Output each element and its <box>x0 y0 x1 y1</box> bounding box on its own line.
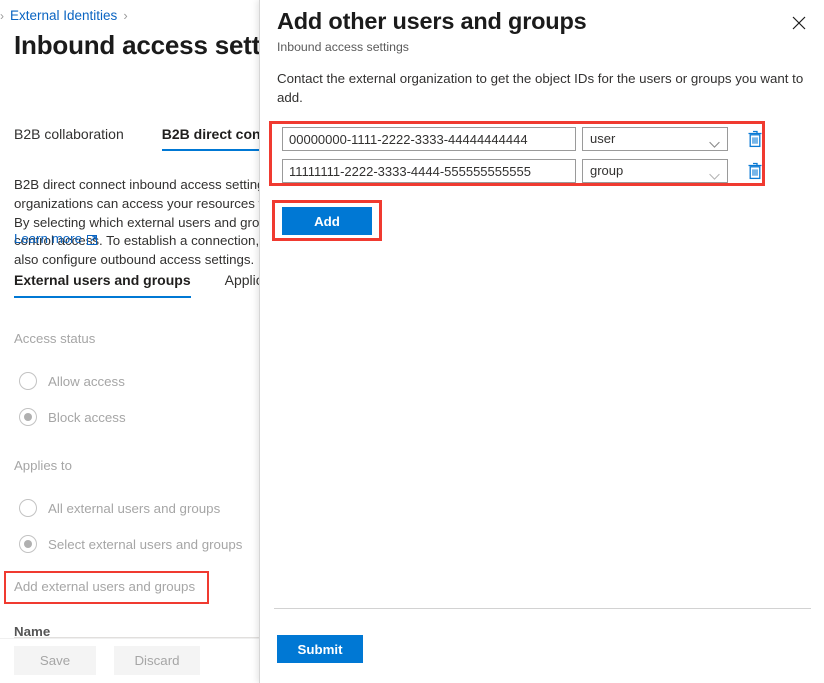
radio-select-external-users-and-groups[interactable]: Select external users and groups <box>19 535 242 553</box>
panel-intro-text: Contact the external organization to get… <box>277 69 805 107</box>
radio-block-access-label: Block access <box>48 410 126 425</box>
highlight-box-add-button <box>272 200 382 241</box>
command-bar: Save Discard <box>0 638 259 683</box>
radio-select-external-label: Select external users and groups <box>48 537 242 552</box>
inbound-access-settings-page: › External Identities › Inbound access s… <box>0 0 259 683</box>
highlight-box-add-external-link <box>4 571 209 604</box>
screenshot-root: › External Identities › Inbound access s… <box>0 0 824 683</box>
add-other-users-and-groups-panel: Add other users and groups Inbound acces… <box>259 0 824 683</box>
radio-allow-access[interactable]: Allow access <box>19 372 125 390</box>
external-link-icon <box>87 233 98 244</box>
applies-to-label: Applies to <box>14 458 72 473</box>
breadcrumb-separator-icon: › <box>123 8 127 23</box>
page-title: Inbound access settings <box>14 30 259 61</box>
close-icon[interactable] <box>786 10 812 36</box>
panel-subtitle: Inbound access settings <box>277 40 409 54</box>
pivot-b2b-direct-connect[interactable]: B2B direct connect <box>162 126 259 151</box>
radio-circle-icon <box>19 372 37 390</box>
radio-allow-access-label: Allow access <box>48 374 125 389</box>
radio-block-access[interactable]: Block access <box>19 408 126 426</box>
radio-all-external-label: All external users and groups <box>48 501 220 516</box>
radio-all-external-users-and-groups[interactable]: All external users and groups <box>19 499 220 517</box>
sub-tabs: External users and groups Applications <box>14 272 259 298</box>
breadcrumb: › External Identities › <box>0 8 128 23</box>
discard-button[interactable]: Discard <box>114 646 200 675</box>
panel-footer-divider <box>274 608 811 609</box>
radio-circle-selected-icon <box>19 535 37 553</box>
access-status-label: Access status <box>14 331 95 346</box>
save-button[interactable]: Save <box>14 646 96 675</box>
learn-more-label: Learn more <box>14 231 82 246</box>
pivot-b2b-collaboration[interactable]: B2B collaboration <box>14 126 124 151</box>
radio-circle-icon <box>19 499 37 517</box>
tab-external-users-and-groups[interactable]: External users and groups <box>14 272 191 298</box>
submit-button[interactable]: Submit <box>277 635 363 663</box>
highlight-box-object-rows <box>269 121 765 186</box>
panel-title: Add other users and groups <box>277 8 586 35</box>
radio-circle-selected-icon <box>19 408 37 426</box>
breadcrumb-link-external-identities[interactable]: External Identities <box>10 8 117 23</box>
page-description: B2B direct connect inbound access settin… <box>14 176 259 270</box>
pivot-tabs: B2B collaboration B2B direct connect <box>14 126 259 151</box>
learn-more-link[interactable]: Learn more <box>14 231 98 246</box>
breadcrumb-leading-chevron-icon: › <box>0 9 4 23</box>
tab-applications[interactable]: Applications <box>225 272 259 298</box>
